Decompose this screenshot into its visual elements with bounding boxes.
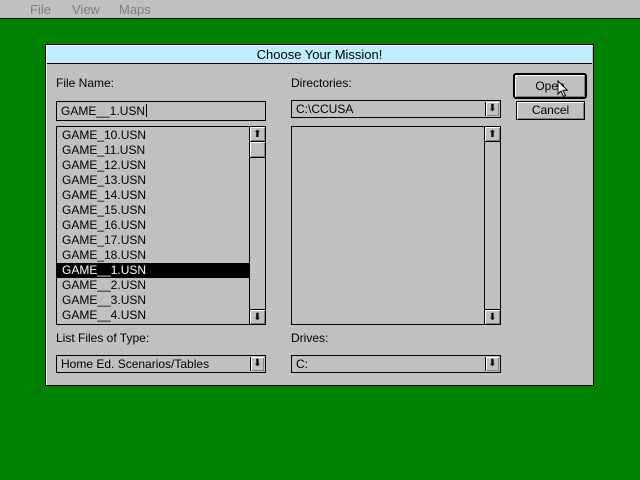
list-item[interactable]: GAME_18.USN bbox=[57, 248, 249, 263]
menu-bar: File View Maps bbox=[0, 0, 640, 19]
menu-file[interactable]: File bbox=[30, 2, 51, 17]
menu-view[interactable]: View bbox=[72, 2, 100, 17]
file-list[interactable]: GAME_10.USN GAME_11.USN GAME_12.USN GAME_13… bbox=[56, 126, 266, 325]
scroll-down-icon[interactable]: ⬇ bbox=[250, 309, 265, 324]
scroll-up-icon[interactable]: ⬆ bbox=[250, 127, 265, 142]
scroll-down-icon[interactable]: ⬇ bbox=[485, 309, 500, 324]
list-item[interactable]: GAME_15.USN bbox=[57, 203, 249, 218]
file-type-value: Home Ed. Scenarios/Tables bbox=[61, 357, 210, 371]
directory-dropdown[interactable]: C:\CCUSA ⬇ bbox=[291, 100, 501, 118]
scroll-thumb[interactable] bbox=[250, 142, 265, 158]
directories-label: Directories: bbox=[291, 76, 352, 90]
directory-list-scrollbar[interactable]: ⬆ ⬇ bbox=[484, 127, 500, 324]
list-item[interactable]: GAME__3.USN bbox=[57, 293, 249, 308]
list-item[interactable]: GAME_11.USN bbox=[57, 143, 249, 158]
file-type-dropdown[interactable]: Home Ed. Scenarios/Tables ⬇ bbox=[56, 355, 266, 373]
file-name-value: GAME__1.USN bbox=[61, 104, 146, 118]
file-name-input[interactable]: GAME__1.USN bbox=[56, 101, 266, 121]
directory-list[interactable]: ⬆ ⬇ bbox=[291, 126, 501, 325]
file-list-rows: GAME_10.USN GAME_11.USN GAME_12.USN GAME_13… bbox=[57, 127, 265, 323]
dropdown-arrow-icon[interactable]: ⬇ bbox=[485, 102, 499, 116]
list-item[interactable]: GAME_16.USN bbox=[57, 218, 249, 233]
list-item[interactable]: GAME_12.USN bbox=[57, 158, 249, 173]
mouse-pointer-icon bbox=[557, 80, 569, 98]
list-item[interactable]: GAME__1.USN bbox=[57, 263, 249, 278]
scroll-up-icon[interactable]: ⬆ bbox=[485, 127, 500, 142]
dropdown-arrow-icon[interactable]: ⬇ bbox=[250, 357, 264, 371]
file-name-label: File Name: bbox=[56, 76, 115, 90]
dropdown-arrow-icon[interactable]: ⬇ bbox=[485, 357, 499, 371]
dialog-title: Choose Your Mission! bbox=[47, 46, 592, 64]
list-item[interactable]: GAME_14.USN bbox=[57, 188, 249, 203]
list-item[interactable]: GAME_10.USN bbox=[57, 128, 249, 143]
open-button[interactable]: Open bbox=[513, 73, 587, 99]
list-item[interactable]: GAME__4.USN bbox=[57, 308, 249, 323]
text-caret bbox=[146, 104, 148, 117]
list-item[interactable]: GAME__2.USN bbox=[57, 278, 249, 293]
file-list-scrollbar[interactable]: ⬆ ⬇ bbox=[249, 127, 265, 324]
menu-maps[interactable]: Maps bbox=[119, 2, 151, 17]
directory-value: C:\CCUSA bbox=[296, 102, 354, 116]
drives-dropdown[interactable]: C: ⬇ bbox=[291, 355, 501, 373]
file-type-label: List Files of Type: bbox=[56, 331, 150, 345]
choose-mission-dialog: Choose Your Mission! File Name: GAME__1.… bbox=[45, 44, 594, 386]
list-item[interactable]: GAME_17.USN bbox=[57, 233, 249, 248]
list-item[interactable]: GAME_13.USN bbox=[57, 173, 249, 188]
drives-label: Drives: bbox=[291, 331, 329, 345]
drives-value: C: bbox=[296, 357, 308, 371]
cancel-button[interactable]: Cancel bbox=[516, 101, 585, 120]
